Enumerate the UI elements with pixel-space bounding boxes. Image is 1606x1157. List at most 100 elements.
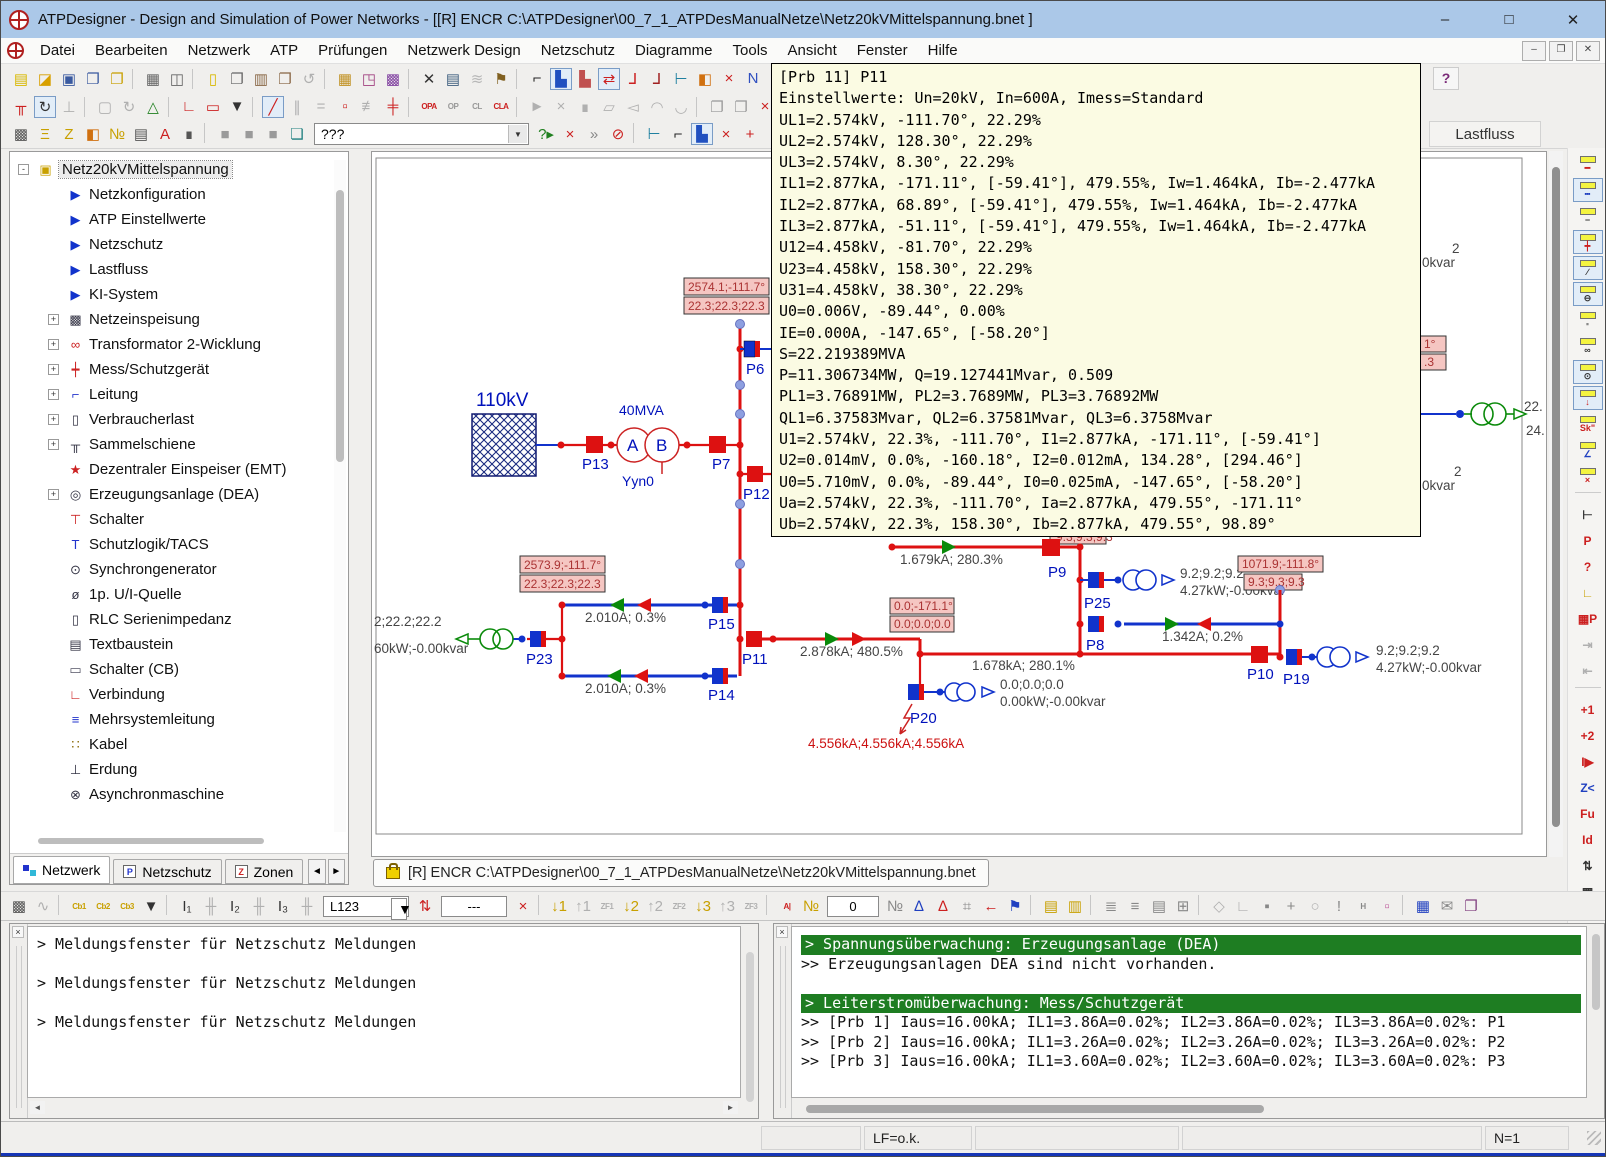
close-icon[interactable]: × bbox=[776, 926, 788, 938]
coil3-icon[interactable]: I₃ bbox=[272, 895, 294, 917]
if1-icon[interactable]: ↑1 bbox=[572, 895, 594, 917]
mdi-minimize-button[interactable]: – bbox=[1522, 41, 1546, 61]
maximize-button[interactable]: □ bbox=[1477, 1, 1541, 38]
tab-scroll-right-icon[interactable]: ► bbox=[328, 859, 345, 884]
tree-item[interactable]: - ▣ Netz20kVMittelspannung bbox=[12, 157, 330, 182]
tree-item[interactable]: ▤ Textbaustein bbox=[12, 632, 330, 657]
lf-circle-icon[interactable]: ⊖ bbox=[1573, 282, 1603, 306]
equal-icon[interactable]: = bbox=[310, 96, 332, 118]
new-doc-icon[interactable]: ▤ bbox=[10, 68, 32, 90]
list1-icon[interactable]: ≣ bbox=[1100, 895, 1122, 917]
properties-icon[interactable]: ▤ bbox=[442, 68, 464, 90]
menu-item[interactable]: Fenster bbox=[847, 38, 918, 63]
chevron-down-icon[interactable]: ▼ bbox=[391, 898, 407, 920]
draw-line-icon[interactable]: ╱ bbox=[262, 96, 284, 118]
print-icon[interactable]: ▦ bbox=[142, 68, 164, 90]
tree-item[interactable]: + ╥ Sammelschiene bbox=[12, 432, 330, 457]
swap-arrows-icon[interactable]: ⇄ bbox=[598, 68, 620, 90]
line-mode-icon[interactable]: ∟ bbox=[178, 96, 200, 118]
tree-item[interactable]: ≡ Mehrsystemleitung bbox=[12, 707, 330, 732]
tab-scroll-left-icon[interactable]: ◄ bbox=[308, 859, 325, 884]
zf3-icon[interactable]: ZF3 bbox=[740, 895, 762, 917]
rect-mode-icon[interactable]: ▭ bbox=[202, 96, 224, 118]
save-tree-icon[interactable]: ❐ bbox=[106, 68, 128, 90]
plus1-icon[interactable]: +1 bbox=[1573, 698, 1603, 722]
draw1-icon[interactable]: ◇ bbox=[1208, 895, 1230, 917]
tree-item[interactable]: ⊥ Erdung bbox=[12, 757, 330, 782]
grid-feeder-group[interactable]: 110kV P13 A B 40MVA Yyn0 P7 bbox=[472, 390, 740, 489]
shape-dropdown-icon[interactable]: ▼ bbox=[226, 96, 248, 118]
tree-expander[interactable]: + bbox=[48, 389, 59, 400]
mdi-restore-button[interactable]: ❐ bbox=[1549, 41, 1573, 61]
tree-item[interactable]: + ▩ Netzeinspeisung bbox=[12, 307, 330, 332]
drag-handle[interactable] bbox=[780, 946, 786, 1108]
line-select-combo[interactable]: L123 ▼ bbox=[323, 896, 409, 917]
menu-item[interactable]: Hilfe bbox=[918, 38, 968, 63]
mirror-icon[interactable]: △ bbox=[142, 96, 164, 118]
zf1-icon[interactable]: ZF1 bbox=[596, 895, 618, 917]
chart-add-icon[interactable]: ⅃ bbox=[622, 68, 644, 90]
scrollbar-thumb[interactable] bbox=[1552, 167, 1560, 827]
minimize-button[interactable]: – bbox=[1413, 1, 1477, 38]
chart-sel-icon[interactable]: ▙ bbox=[691, 123, 713, 145]
list3-icon[interactable]: ▤ bbox=[1148, 895, 1170, 917]
hatch-icon[interactable]: ▩ bbox=[10, 123, 32, 145]
hatch2-icon[interactable]: ▩ bbox=[8, 895, 30, 917]
lf-box-icon[interactable]: ▪ bbox=[1573, 308, 1603, 332]
coil2-icon[interactable]: I₂ bbox=[224, 895, 246, 917]
menu-item[interactable]: Netzwerk bbox=[178, 38, 261, 63]
parallel-icon[interactable]: ∥ bbox=[286, 96, 308, 118]
fu-icon[interactable]: Fu bbox=[1573, 802, 1603, 826]
tree-item[interactable]: ▯ RLC Serienimpedanz bbox=[12, 607, 330, 632]
value-field-dash[interactable]: --- bbox=[441, 896, 507, 917]
gray-box2-icon[interactable]: ■ bbox=[238, 123, 260, 145]
gray-box3-icon[interactable]: ■ bbox=[262, 123, 284, 145]
drag-handle[interactable] bbox=[16, 946, 22, 1108]
plus2-icon[interactable]: +2 bbox=[1573, 724, 1603, 748]
chart-step-icon[interactable]: ⌐ bbox=[526, 68, 548, 90]
menu-item[interactable]: Diagramme bbox=[625, 38, 723, 63]
report2-icon[interactable]: ▥ bbox=[1064, 895, 1086, 917]
lf-arrow-icon[interactable]: ↓ bbox=[1573, 386, 1603, 410]
menu-item[interactable]: Ansicht bbox=[778, 38, 847, 63]
tab-netzwerk[interactable]: Netzwerk bbox=[13, 856, 110, 884]
pair2-icon[interactable]: ⇤ bbox=[1573, 659, 1603, 683]
message-vertical-scrollbar[interactable] bbox=[1592, 934, 1600, 1010]
ring-group[interactable]: 2.010A; 0.3% 2.010A; 0.3% P15 P14 bbox=[559, 597, 738, 704]
run-check-icon[interactable]: ?▸ bbox=[535, 123, 557, 145]
tree-item[interactable]: ø 1p. U/I-Quelle bbox=[12, 582, 330, 607]
paste-icon[interactable]: ▥ bbox=[250, 68, 272, 90]
tree-expander[interactable]: - bbox=[18, 164, 29, 175]
nr-chart-icon[interactable]: N bbox=[742, 68, 764, 90]
dashed-rect-icon[interactable]: ▫ bbox=[334, 96, 356, 118]
eraser-icon[interactable]: ▱ bbox=[598, 96, 620, 118]
tree-item[interactable]: ∟ Verbindung bbox=[12, 682, 330, 707]
flag2-icon[interactable]: ⚑ bbox=[1004, 895, 1026, 917]
lf-circle2-icon[interactable]: ⊙ bbox=[1573, 360, 1603, 384]
zone-z-icon[interactable]: Z bbox=[58, 123, 80, 145]
list4-icon[interactable]: ⊞ bbox=[1172, 895, 1194, 917]
scroll-right-icon[interactable]: ► bbox=[723, 1101, 738, 1114]
menu-item[interactable]: Bearbeiten bbox=[85, 38, 178, 63]
p13-device[interactable] bbox=[586, 436, 603, 453]
draw2-icon[interactable]: ∟ bbox=[1232, 895, 1254, 917]
undo-icon[interactable]: ↺ bbox=[298, 68, 320, 90]
report1-icon[interactable]: ▤ bbox=[1040, 895, 1062, 917]
op-icon[interactable]: OP bbox=[442, 96, 464, 118]
list2-icon[interactable]: ≡ bbox=[1124, 895, 1146, 917]
table-p-icon[interactable]: ▦P bbox=[1573, 607, 1603, 631]
cb2-icon[interactable]: Cb2 bbox=[92, 895, 114, 917]
copy-format-icon[interactable]: ❐ bbox=[706, 96, 728, 118]
if3-icon[interactable]: ↑3 bbox=[716, 895, 738, 917]
perpendicular-icon[interactable]: ⊥ bbox=[58, 96, 80, 118]
pan-icon[interactable]: ► bbox=[526, 96, 548, 118]
branch2-icon[interactable]: ⊢ bbox=[643, 123, 665, 145]
tools-icon[interactable]: ✕ bbox=[418, 68, 440, 90]
lf-plus-icon[interactable]: ┿ bbox=[1573, 230, 1603, 254]
copy-icon[interactable]: ❐ bbox=[226, 68, 248, 90]
tree-item[interactable]: + ⌐ Leitung bbox=[12, 382, 330, 407]
grid-icon[interactable]: ▦ bbox=[334, 68, 356, 90]
tab-zonen[interactable]: Z Zonen bbox=[225, 859, 304, 884]
window-map-icon[interactable]: ▩ bbox=[382, 68, 404, 90]
i3-down-icon[interactable]: ↓3 bbox=[692, 895, 714, 917]
